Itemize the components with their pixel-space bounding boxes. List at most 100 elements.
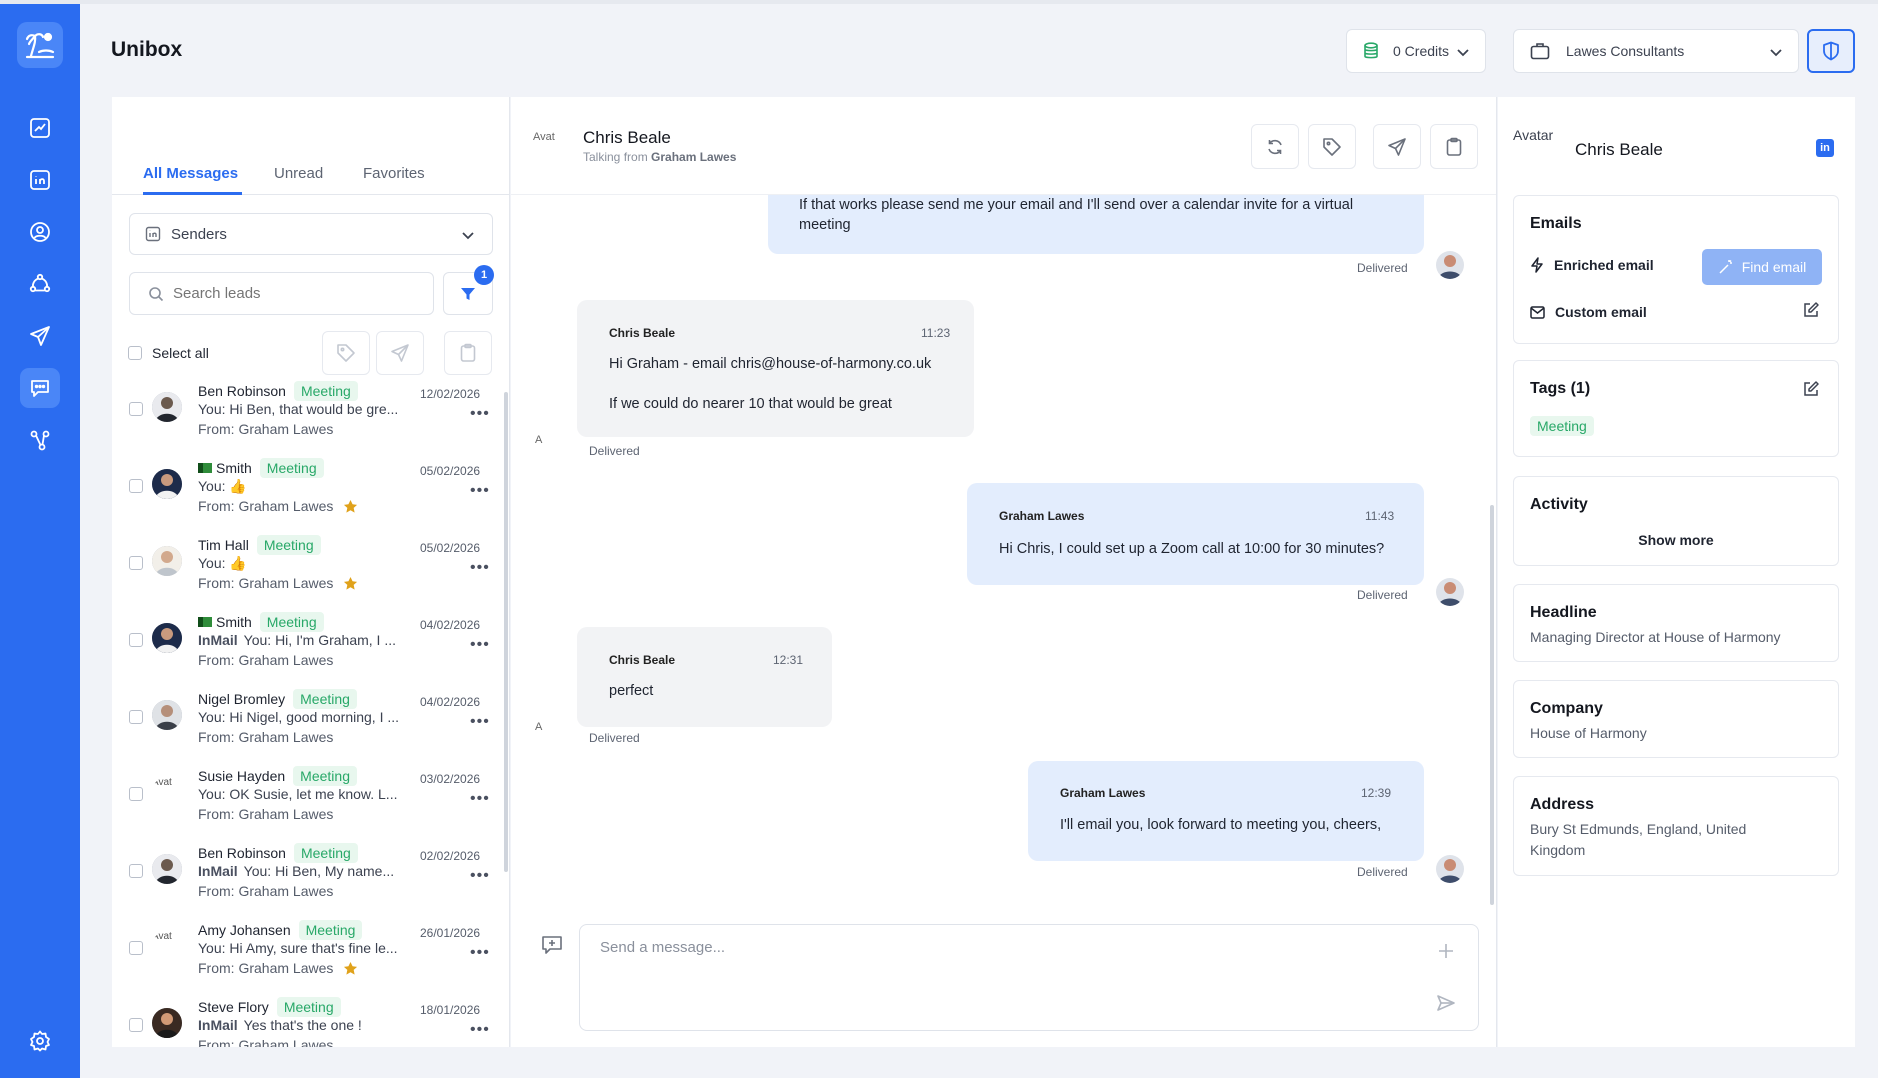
star-icon[interactable] [343, 499, 358, 514]
tab-unread[interactable]: Unread [274, 165, 323, 182]
avatar [152, 700, 182, 730]
star-icon[interactable] [343, 576, 358, 591]
star-icon[interactable] [343, 961, 358, 976]
list-item[interactable]: Ben Robinson Meeting You: Hi Ben, that wo… [112, 380, 509, 457]
chevron-down-icon [462, 232, 474, 240]
row-checkbox[interactable] [129, 941, 143, 955]
refresh-button[interactable] [1251, 124, 1299, 169]
plus-icon[interactable] [1436, 941, 1456, 961]
list-scrollbar[interactable] [504, 392, 508, 872]
send-button[interactable] [1373, 124, 1421, 169]
contact-name: Chris Beale [583, 128, 671, 147]
message-time: 12:39 [1361, 786, 1392, 800]
filter-button[interactable]: 1 [443, 265, 494, 315]
address-card: Address Bury St Edmunds, England, United… [1513, 776, 1839, 876]
flag-icon [198, 617, 212, 627]
tag-icon [1323, 137, 1341, 156]
user-circle-icon[interactable] [20, 212, 60, 252]
bulk-send-button[interactable] [376, 331, 424, 375]
row-checkbox[interactable] [129, 1018, 143, 1032]
message-input[interactable] [600, 939, 1400, 979]
more-options-icon[interactable]: ••• [470, 944, 490, 962]
lead-info-panel: Avatar Chris Beale in Emails Enriched em… [1498, 97, 1855, 1047]
conversation-date: 04/02/2026 [420, 695, 481, 709]
list-item[interactable]: Nigel Bromley Meeting You: Hi Nigel, good… [112, 688, 509, 765]
show-more-button[interactable]: Show more [1514, 532, 1838, 548]
message-time: 11:43 [1365, 509, 1395, 523]
list-item[interactable]: Avat Amy Johansen Meeting You: Hi Amy, su… [112, 919, 509, 996]
linkedin-icon[interactable]: in [1816, 139, 1834, 157]
filter-icon [461, 287, 475, 300]
message-text: If that works please send me your email … [799, 197, 1354, 233]
row-checkbox[interactable] [129, 864, 143, 878]
row-checkbox[interactable] [129, 479, 143, 493]
more-options-icon[interactable]: ••• [470, 713, 490, 731]
workspace-dropdown[interactable]: Lawes Consultants [1513, 29, 1799, 73]
more-options-icon[interactable]: ••• [470, 1021, 490, 1039]
credits-dropdown[interactable]: 0 Credits [1346, 29, 1486, 73]
message-preview: You: Hi Amy, sure that's fine le... [198, 940, 398, 956]
message-sender: Graham Lawes [1060, 786, 1146, 800]
edit-icon[interactable] [1802, 380, 1820, 398]
more-options-icon[interactable]: ••• [470, 405, 490, 423]
contact-name: Chris Beale [1575, 140, 1663, 159]
send-icon[interactable] [20, 316, 60, 356]
lead-name: Ben Robinson [198, 845, 286, 861]
chat-icon[interactable] [20, 368, 60, 408]
filter-count-badge: 1 [474, 265, 494, 285]
list-item[interactable]: Steve Flory Meeting InMail Yes that's the … [112, 996, 509, 1047]
message-tabs: All Messages Unread Favorites [112, 155, 509, 195]
tab-all-messages[interactable]: All Messages [143, 165, 238, 182]
lead-name: Susie Hayden [198, 768, 286, 784]
shield-icon [1823, 41, 1839, 61]
message-preview: You: Hi, I'm Graham, I ... [243, 632, 396, 648]
from-label: From: Graham Lawes [198, 960, 334, 976]
talking-from-prefix: Talking from [583, 150, 648, 164]
search-input[interactable] [173, 285, 413, 302]
chat-scrollbar[interactable] [1490, 505, 1494, 905]
message-template-icon[interactable] [540, 933, 564, 957]
more-options-icon[interactable]: ••• [470, 482, 490, 500]
find-email-button[interactable]: Find email [1702, 249, 1822, 285]
row-checkbox[interactable] [129, 402, 143, 416]
row-checkbox[interactable] [129, 556, 143, 570]
senders-dropdown[interactable]: Senders [129, 213, 493, 255]
integrations-icon[interactable] [20, 420, 60, 460]
row-checkbox[interactable] [129, 710, 143, 724]
send-icon[interactable] [1436, 993, 1456, 1013]
settings-icon[interactable] [20, 1021, 60, 1061]
more-options-icon[interactable]: ••• [470, 867, 490, 885]
row-checkbox[interactable] [129, 787, 143, 801]
more-options-icon[interactable]: ••• [470, 790, 490, 808]
bulk-archive-button[interactable] [444, 331, 492, 375]
network-icon[interactable] [20, 264, 60, 304]
from-label: From: Graham Lawes [198, 883, 334, 899]
select-all-checkbox[interactable] [128, 346, 142, 360]
analytics-icon[interactable] [20, 108, 60, 148]
edit-icon[interactable] [1802, 301, 1820, 319]
list-item[interactable]: Avat Susie Hayden Meeting You: OK Susie, … [112, 765, 509, 842]
from-label: From: Graham Lawes [198, 498, 334, 514]
row-checkbox[interactable] [129, 633, 143, 647]
search-box [129, 272, 434, 315]
tab-favorites[interactable]: Favorites [363, 165, 425, 182]
linkedin-icon[interactable] [20, 160, 60, 200]
list-item[interactable]: Ben Robinson Meeting InMail You: Hi Ben, M… [112, 842, 509, 919]
more-options-icon[interactable]: ••• [470, 636, 490, 654]
list-item[interactable]: Smith Meeting You: 👍 From: Graham Lawes 0… [112, 457, 509, 534]
more-options-icon[interactable]: ••• [470, 559, 490, 577]
conversation-date: 04/02/2026 [420, 618, 481, 632]
archive-button[interactable] [1430, 124, 1478, 169]
island-logo-icon[interactable] [17, 22, 63, 68]
lead-name: Amy Johansen [198, 922, 291, 938]
message-preview: You: 👍 [198, 478, 247, 494]
select-all[interactable]: Select all [128, 345, 209, 361]
shield-button[interactable] [1807, 29, 1855, 73]
list-item[interactable]: Smith Meeting InMail You: Hi, I'm Graham, … [112, 611, 509, 688]
custom-email-label: Custom email [1555, 304, 1647, 320]
bulk-tag-button[interactable] [322, 331, 370, 375]
tag-button[interactable] [1308, 124, 1356, 169]
select-all-label: Select all [152, 345, 209, 361]
status-badge[interactable]: Meeting [1530, 416, 1594, 436]
list-item[interactable]: Tim Hall Meeting You: 👍 From: Graham Lawe… [112, 534, 509, 611]
